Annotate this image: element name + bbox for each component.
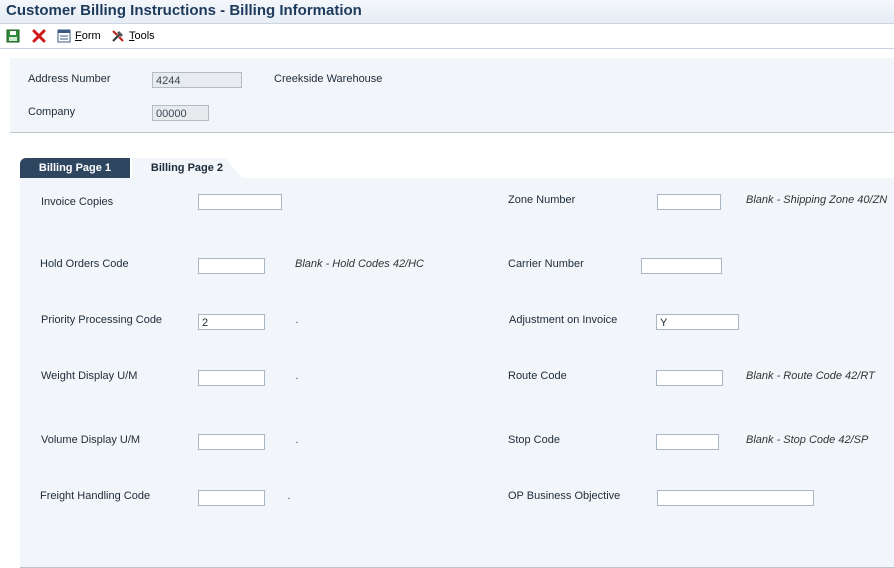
priority-processing-code-input[interactable]: 2 xyxy=(198,314,265,330)
carrier-number-input[interactable] xyxy=(641,258,722,274)
op-business-objective-input[interactable] xyxy=(657,490,814,506)
form-menu-label: Form xyxy=(75,30,101,42)
zone-number-description: Blank - Shipping Zone 40/ZN xyxy=(746,194,888,206)
save-button[interactable] xyxy=(5,27,21,45)
adjustment-on-invoice-label: Adjustment on Invoice xyxy=(509,314,618,326)
cancel-button[interactable] xyxy=(31,27,47,45)
stop-code-label: Stop Code xyxy=(508,434,560,446)
toolbar: Form Tools xyxy=(0,24,894,49)
invoice-copies-input[interactable] xyxy=(198,194,282,210)
volume-display-um-input[interactable] xyxy=(198,434,265,450)
window-title: Customer Billing Instructions - Billing … xyxy=(6,2,362,19)
priority-processing-code-description: . xyxy=(296,314,300,326)
carrier-number-label: Carrier Number xyxy=(508,258,584,270)
zone-number-input[interactable] xyxy=(657,194,721,210)
tools-icon xyxy=(112,30,124,42)
adjustment-on-invoice-input[interactable]: Y xyxy=(656,314,739,330)
zone-number-label: Zone Number xyxy=(508,194,576,206)
hold-orders-code-description: Blank - Hold Codes 42/HC xyxy=(295,258,425,270)
form-icon xyxy=(57,29,71,43)
hold-orders-code-input[interactable] xyxy=(198,258,265,274)
save-icon xyxy=(6,29,20,43)
invoice-copies-label: Invoice Copies xyxy=(41,196,114,208)
weight-display-um-input[interactable] xyxy=(198,370,265,386)
address-number-label: Address Number xyxy=(28,73,111,85)
tools-menu-label: Tools xyxy=(129,30,155,42)
freight-handling-code-input[interactable] xyxy=(198,490,265,506)
freight-handling-code-label: Freight Handling Code xyxy=(40,490,151,502)
tools-menu-button[interactable]: Tools xyxy=(110,27,155,45)
op-business-objective-label: OP Business Objective xyxy=(508,490,621,502)
weight-display-um-label: Weight Display U/M xyxy=(41,370,138,382)
address-number-field[interactable]: 4244 xyxy=(152,72,242,88)
form-menu-button[interactable]: Form xyxy=(56,27,101,45)
tab-billing-page-1[interactable]: Billing Page 1 xyxy=(20,158,130,178)
company-label: Company xyxy=(28,106,76,118)
route-code-input[interactable] xyxy=(656,370,723,386)
volume-display-um-description: . xyxy=(296,434,300,446)
close-icon xyxy=(32,29,46,43)
freight-handling-code-description: . xyxy=(288,490,292,502)
title-bar: Customer Billing Instructions - Billing … xyxy=(0,0,894,24)
address-name: Creekside Warehouse xyxy=(274,73,383,85)
route-code-description: Blank - Route Code 42/RT xyxy=(746,370,875,382)
hold-orders-code-label: Hold Orders Code xyxy=(40,258,129,270)
volume-display-um-label: Volume Display U/M xyxy=(41,434,141,446)
tab-billing-page-2[interactable]: Billing Page 2 xyxy=(132,158,242,178)
company-field[interactable]: 00000 xyxy=(152,105,209,121)
weight-display-um-description: . xyxy=(296,370,300,382)
route-code-label: Route Code xyxy=(508,370,567,382)
stop-code-input[interactable] xyxy=(656,434,719,450)
stop-code-description: Blank - Stop Code 42/SP xyxy=(746,434,869,446)
priority-processing-code-label: Priority Processing Code xyxy=(41,314,163,326)
header-panel xyxy=(10,58,894,133)
